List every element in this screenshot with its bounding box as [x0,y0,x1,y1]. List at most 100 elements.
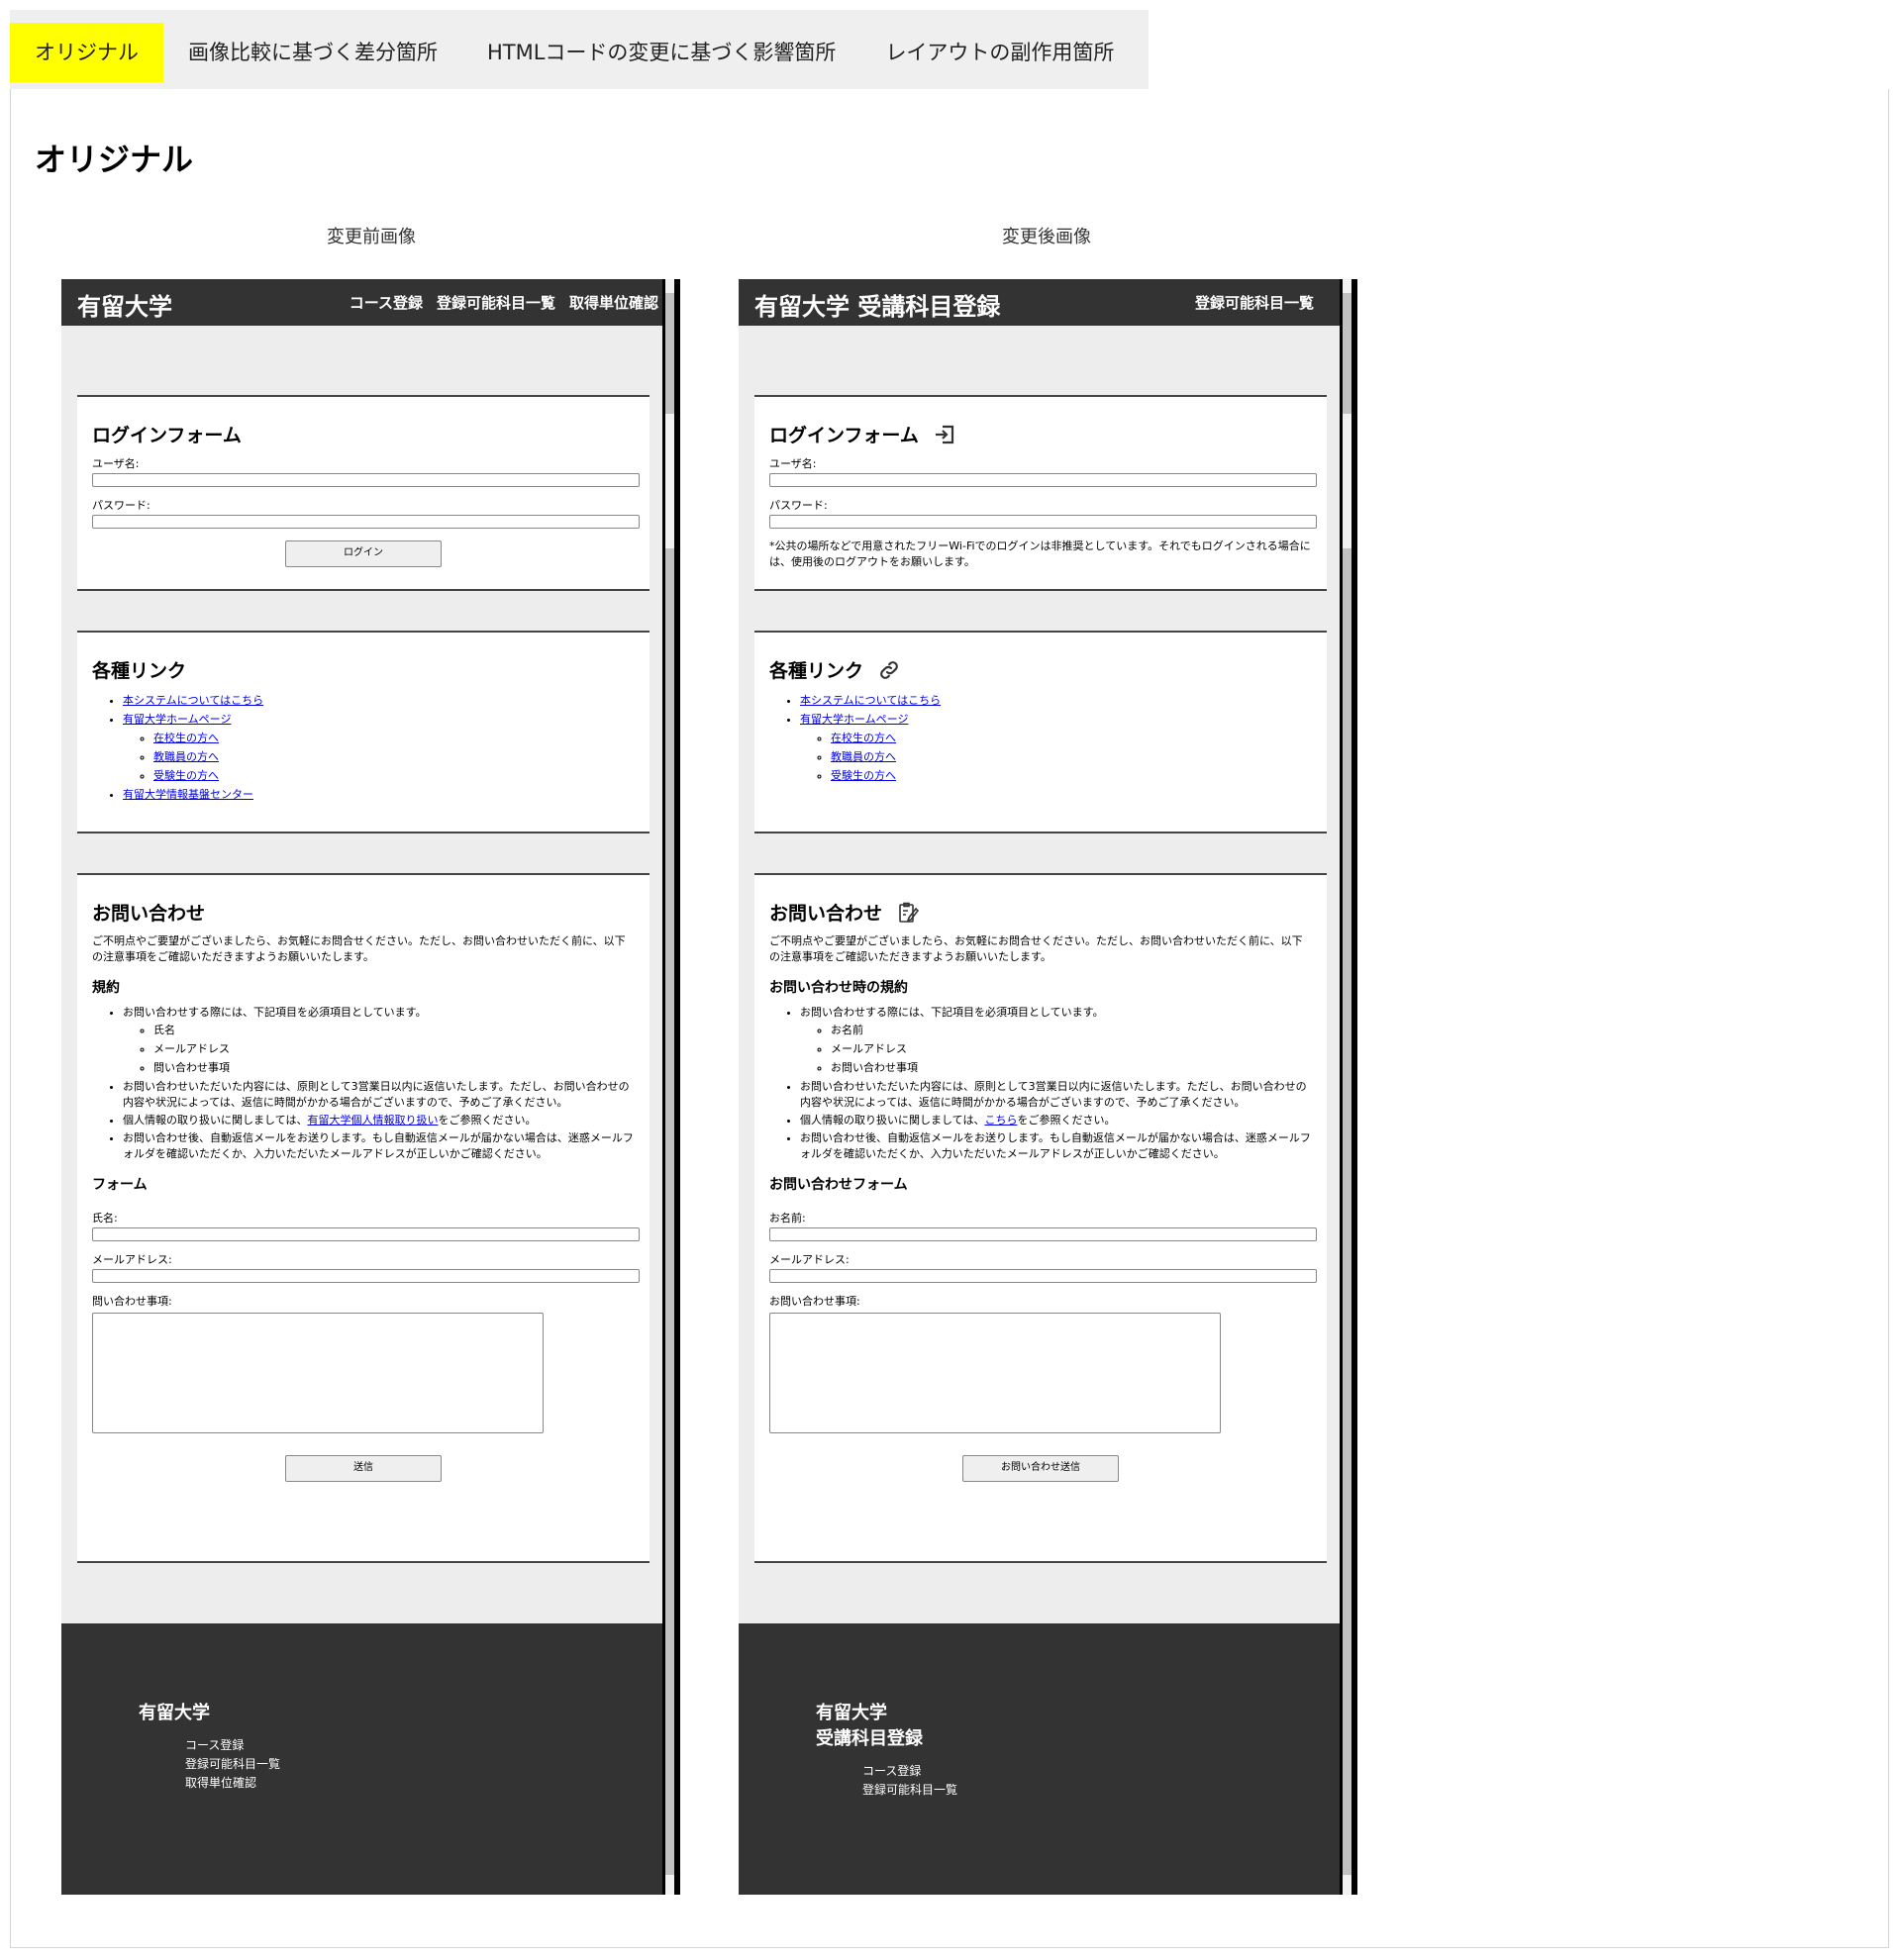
password-input[interactable] [92,515,640,529]
rule-privacy: 個人情報の取り扱いに関しましては、こちらをご参照ください。 [800,1113,1312,1128]
login-icon [933,423,956,446]
nav-available-courses[interactable]: 登録可能科目一覧 [437,292,555,313]
rules-title: 規約 [92,980,120,996]
tab-bar: オリジナル 画像比較に基づく差分箇所 HTMLコードの変更に基づく影響箇所 レイ… [10,10,1149,89]
nav-available-courses[interactable]: 登録可能科目一覧 [1195,292,1314,313]
contact-intro: ご不明点やご要望がございましたら、お気軽にお問合せください。ただし、お問い合わせ… [769,934,1303,963]
footer-nav: コース登録 登録可能科目一覧 [816,1762,957,1800]
send-button[interactable]: 送信 [285,1455,442,1482]
name-label: 氏名: [92,1212,118,1225]
link-about-system[interactable]: 本システムについてはこちら [800,694,941,707]
rule-privacy: 個人情報の取り扱いに関しましては、有留大学個人情報取り扱いをご参照ください。 [123,1113,635,1128]
rule-item-email: メールアドレス [831,1039,1312,1058]
scrollbar[interactable] [662,279,680,1895]
login-button[interactable]: ログイン [285,540,442,567]
message-label: お問い合わせ事項: [769,1295,860,1308]
contact-title: お問い合わせ [92,903,206,925]
link-staff[interactable]: 教職員の方へ [153,750,219,763]
site-nav: コース登録 登録可能科目一覧 取得単位確認 [350,292,658,313]
site-footer: 有留大学 コース登録 登録可能科目一覧 取得単位確認 [61,1623,662,1895]
tab-image-diff[interactable]: 画像比較に基づく差分箇所 [163,23,462,82]
scrollbar[interactable] [1340,279,1357,1895]
password-label: パスワード: [769,499,828,512]
link-students[interactable]: 在校生の方へ [831,732,896,744]
password-label: パスワード: [92,499,150,512]
contact-card: お問い合わせ ご不明点やご要望がございましたら、お気軽にお問合せください。ただし… [77,873,650,1563]
tab-html-impact[interactable]: HTMLコードの変更に基づく影響箇所 [462,23,860,82]
after-screenshot: 有留大学 受講科目登録 登録可能科目一覧 ログインフォーム ユーザ名: パスワー… [739,279,1357,1895]
privacy-link[interactable]: 有留大学個人情報取り扱い [307,1114,438,1127]
password-input[interactable] [769,515,1317,529]
link-info-center[interactable]: 有留大学情報基盤センター [123,788,253,801]
footer-nav: コース登録 登録可能科目一覧 取得単位確認 [139,1736,280,1793]
contact-intro: ご不明点やご要望がございましたら、お気軽にお問合せください。ただし、お問い合わせ… [92,934,626,963]
nav-course-register[interactable]: コース登録 [350,292,423,313]
message-textarea[interactable] [769,1313,1221,1433]
rule-item-message: お問い合わせ事項 [831,1058,1312,1077]
tab-original[interactable]: オリジナル [10,23,163,82]
links-list: 本システムについてはこちら 有留大学ホームページ 在校生の方へ 教職員の方へ 受… [92,691,635,804]
username-input[interactable] [769,473,1317,487]
links-list: 本システムについてはこちら 有留大学ホームページ 在校生の方へ 教職員の方へ 受… [769,691,1312,785]
link-staff[interactable]: 教職員の方へ [831,750,896,763]
before-screenshot: 有留大学 コース登録 登録可能科目一覧 取得単位確認 ログインフォーム ユーザ名… [61,279,680,1895]
rule-reply: お問い合わせいただいた内容には、原則として3営業日以内に返信いたします。ただし、… [800,1079,1312,1111]
message-label: 問い合わせ事項: [92,1295,172,1308]
link-students[interactable]: 在校生の方へ [153,732,219,744]
name-input[interactable] [92,1227,640,1241]
link-applicants[interactable]: 受験生の方へ [153,769,219,782]
footer-link-available-courses[interactable]: 登録可能科目一覧 [862,1781,957,1800]
username-label: ユーザ名: [769,457,817,470]
form-title: お問い合わせフォーム [769,1177,908,1193]
rule-item-message: 問い合わせ事項 [153,1058,635,1077]
footer-link-credit-check[interactable]: 取得単位確認 [185,1774,280,1793]
footer-link-course-register[interactable]: コース登録 [862,1762,957,1781]
login-card: ログインフォーム ユーザ名: パスワード: ログイン [77,395,650,591]
rules-title: お問い合わせ時の規約 [769,980,908,996]
privacy-link[interactable]: こちら [984,1114,1017,1127]
tab-layout-side-effect[interactable]: レイアウトの副作用箇所 [860,23,1139,82]
links-title: 各種リンク [92,660,187,682]
scrollbar-thumb[interactable] [1343,293,1351,414]
email-input[interactable] [92,1269,640,1283]
footer-link-available-courses[interactable]: 登録可能科目一覧 [185,1755,280,1774]
login-title: ログインフォーム [769,421,1312,447]
contact-title: お問い合わせ [769,899,1312,926]
clipboard-edit-icon [896,901,920,925]
email-label: メールアドレス: [769,1253,850,1266]
footer-brand: 有留大学 [139,1703,210,1723]
message-textarea[interactable] [92,1313,544,1433]
rule-item-name: お名前 [831,1021,1312,1039]
site-header: 有留大学 受講科目登録 登録可能科目一覧 [739,279,1340,326]
link-applicants[interactable]: 受験生の方へ [831,769,896,782]
site-footer: 有留大学 受講科目登録 コース登録 登録可能科目一覧 [739,1623,1340,1895]
rule-reply: お問い合わせいただいた内容には、原則として3営業日以内に返信いたします。ただし、… [123,1079,635,1111]
login-note: *公共の場所などで用意されたフリーWi-Fiでのログインは非推奨としています。そ… [769,539,1311,568]
links-card: 各種リンク 本システムについてはこちら 有留大学ホームページ 在校生の方へ 教職… [77,631,650,833]
name-input[interactable] [769,1227,1317,1241]
footer-brand: 有留大学 受講科目登録 [816,1703,923,1749]
before-caption: 変更前画像 [327,227,416,247]
site-brand[interactable]: 有留大学 受講科目登録 [754,287,1000,322]
scrollbar-thumb[interactable] [665,293,674,414]
link-university-home[interactable]: 有留大学ホームページ [800,713,908,726]
links-card: 各種リンク 本システムについてはこちら 有留大学ホームページ 在校生の方へ 教職… [754,631,1327,833]
login-card: ログインフォーム ユーザ名: パスワード: *公共の場所などで用意されたフリーW… [754,395,1327,591]
send-button[interactable]: お問い合わせ送信 [962,1455,1119,1482]
name-label: お名前: [769,1212,806,1225]
after-caption: 変更後画像 [1002,227,1091,247]
rule-required: お問い合わせする際には、下記項目を必須項目としています。 [123,1006,427,1019]
rule-item-name: 氏名 [153,1021,635,1039]
rule-auto-reply: お問い合わせ後、自動返信メールをお送りします。もし自動返信メールが届かない場合は… [123,1130,635,1162]
email-label: メールアドレス: [92,1253,172,1266]
form-title: フォーム [92,1177,148,1193]
link-university-home[interactable]: 有留大学ホームページ [123,713,231,726]
footer-link-course-register[interactable]: コース登録 [185,1736,280,1755]
site-brand[interactable]: 有留大学 [77,287,172,322]
username-input[interactable] [92,473,640,487]
link-about-system[interactable]: 本システムについてはこちら [123,694,263,707]
nav-credit-check[interactable]: 取得単位確認 [569,292,658,313]
contact-card: お問い合わせ ご不明点やご要望がございましたら、お気軽にお問合せください。ただし… [754,873,1327,1563]
rule-auto-reply: お問い合わせ後、自動返信メールをお送りします。もし自動返信メールが届かない場合は… [800,1130,1312,1162]
email-input[interactable] [769,1269,1317,1283]
